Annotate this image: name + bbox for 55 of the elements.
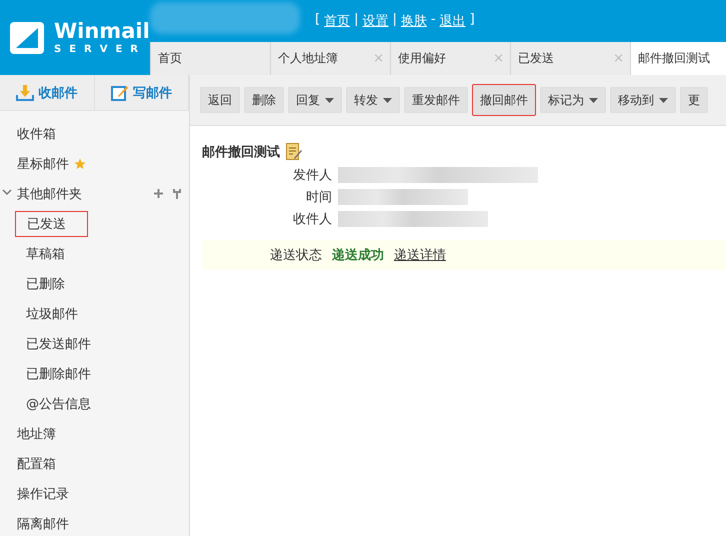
- toolbar-button[interactable]: 转发: [346, 87, 400, 113]
- compose-button[interactable]: 写邮件: [94, 75, 189, 110]
- folder-item[interactable]: 地址簿: [0, 419, 189, 449]
- folder-item[interactable]: 星标邮件: [0, 149, 189, 179]
- tab[interactable]: 邮件撤回测试: [630, 42, 726, 75]
- download-icon: [16, 84, 34, 102]
- edit-icon: [110, 84, 129, 102]
- toolbar-button[interactable]: 标记为: [540, 87, 606, 113]
- folder-item[interactable]: @公告信息: [0, 389, 189, 419]
- toolbar-button[interactable]: 删除: [244, 87, 284, 113]
- folder-item[interactable]: 已发送邮件: [0, 329, 189, 359]
- status-text: 递送成功: [332, 246, 384, 264]
- separator-text: -: [430, 12, 436, 29]
- separator-text: ]: [470, 12, 475, 29]
- folder-item[interactable]: 配置箱: [0, 449, 189, 479]
- message-subject: 邮件撤回测试: [202, 144, 280, 161]
- folder-item[interactable]: 隔离邮件: [0, 509, 189, 536]
- folder-item[interactable]: 收件箱: [0, 119, 189, 149]
- separator-text: [: [315, 12, 320, 29]
- field-label: 发件人: [292, 167, 332, 184]
- details-link[interactable]: 递送详情: [394, 246, 446, 264]
- logo-icon: [10, 22, 44, 54]
- logo-name: Winmail: [54, 20, 150, 42]
- toolbar-button[interactable]: 撤回邮件: [472, 84, 536, 116]
- chevron-down-icon[interactable]: [2, 187, 12, 197]
- tab[interactable]: 已发送 ×: [510, 42, 630, 75]
- folder-item[interactable]: 操作记录: [0, 479, 189, 509]
- toolbar-button[interactable]: 回复: [288, 87, 342, 113]
- toolbar-button[interactable]: 移动到: [610, 87, 676, 113]
- toolbar-button[interactable]: 重发邮件: [404, 87, 468, 113]
- toolbar-button[interactable]: 更: [680, 87, 708, 113]
- folder-item[interactable]: 垃圾邮件: [0, 299, 189, 329]
- separator-text: |: [354, 12, 358, 29]
- wrench-icon[interactable]: [173, 189, 181, 199]
- tab[interactable]: 个人地址簿 ×: [270, 42, 390, 75]
- caret-icon: [325, 98, 334, 102]
- tab[interactable]: 使用偏好 ×: [390, 42, 510, 75]
- folder-item[interactable]: 草稿箱: [0, 239, 189, 269]
- folder-item[interactable]: 其他邮件夹: [0, 179, 189, 209]
- caret-icon: [589, 98, 598, 102]
- field-label: 时间: [305, 189, 332, 206]
- separator-text: |: [392, 12, 397, 29]
- caret-icon: [659, 98, 668, 102]
- field-label: 递送状态: [269, 247, 322, 264]
- folder-item[interactable]: 已发送: [0, 209, 189, 239]
- caret-icon: [383, 98, 392, 102]
- folder-item[interactable]: 已删除邮件: [0, 359, 189, 389]
- logo-subtitle: SERVER: [54, 44, 148, 54]
- field-label: 收件人: [292, 211, 332, 228]
- folder-item[interactable]: 已删除: [0, 269, 189, 299]
- note-icon[interactable]: [286, 143, 302, 161]
- add-icon[interactable]: [154, 189, 163, 198]
- toolbar-button[interactable]: 返回: [200, 87, 240, 113]
- tab[interactable]: 首页: [150, 42, 270, 75]
- receive-button[interactable]: 收邮件: [0, 75, 94, 110]
